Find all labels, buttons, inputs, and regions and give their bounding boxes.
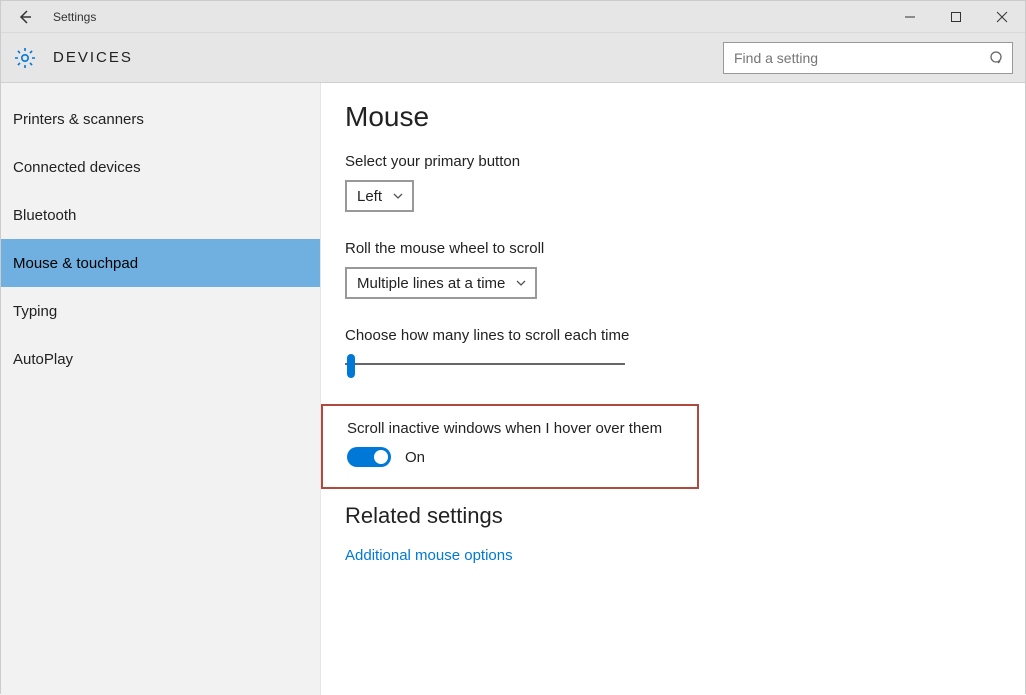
- maximize-button[interactable]: [933, 1, 979, 33]
- hover-scroll-toggle-row: On: [347, 447, 697, 467]
- minimize-button[interactable]: [887, 1, 933, 33]
- body: Printers & scanners Connected devices Bl…: [1, 83, 1025, 695]
- sidebar-item-label: Typing: [13, 303, 57, 320]
- slider-track: [345, 363, 625, 365]
- header: DEVICES: [1, 33, 1025, 83]
- header-title: DEVICES: [53, 49, 133, 66]
- sidebar: Printers & scanners Connected devices Bl…: [1, 83, 321, 695]
- sidebar-item-typing[interactable]: Typing: [1, 287, 320, 335]
- minimize-icon: [904, 11, 916, 23]
- sidebar-item-printers[interactable]: Printers & scanners: [1, 95, 320, 143]
- gear-icon: [13, 46, 37, 70]
- sidebar-item-label: Mouse & touchpad: [13, 255, 138, 272]
- sidebar-item-autoplay[interactable]: AutoPlay: [1, 335, 320, 383]
- sidebar-item-label: Printers & scanners: [13, 111, 144, 128]
- window-title: Settings: [49, 10, 96, 24]
- chevron-down-icon: [392, 190, 404, 202]
- arrow-left-icon: [17, 9, 33, 25]
- close-button[interactable]: [979, 1, 1025, 33]
- search-input[interactable]: [723, 42, 1013, 74]
- primary-button-value: Left: [357, 188, 382, 205]
- lines-scroll-slider[interactable]: [345, 354, 625, 374]
- back-button[interactable]: [1, 1, 49, 33]
- related-settings-title: Related settings: [345, 503, 1025, 529]
- sidebar-item-connected-devices[interactable]: Connected devices: [1, 143, 320, 191]
- content: Mouse Select your primary button Left Ro…: [321, 83, 1025, 695]
- page-title: Mouse: [345, 101, 1025, 133]
- scroll-wheel-label: Roll the mouse wheel to scroll: [345, 240, 1025, 257]
- close-icon: [996, 11, 1008, 23]
- sidebar-item-label: AutoPlay: [13, 351, 73, 368]
- hover-scroll-label: Scroll inactive windows when I hover ove…: [347, 420, 697, 437]
- sidebar-item-bluetooth[interactable]: Bluetooth: [1, 191, 320, 239]
- sidebar-item-label: Bluetooth: [13, 207, 76, 224]
- scroll-wheel-select[interactable]: Multiple lines at a time: [345, 267, 537, 299]
- titlebar: Settings: [1, 1, 1025, 33]
- highlighted-setting: Scroll inactive windows when I hover ove…: [321, 404, 699, 489]
- search-wrap: [723, 42, 1013, 74]
- hover-scroll-toggle[interactable]: [347, 447, 391, 467]
- sidebar-item-label: Connected devices: [13, 159, 141, 176]
- toggle-knob: [374, 450, 388, 464]
- scroll-wheel-value: Multiple lines at a time: [357, 275, 505, 292]
- lines-scroll-label: Choose how many lines to scroll each tim…: [345, 327, 1025, 344]
- maximize-icon: [950, 11, 962, 23]
- additional-mouse-options-link[interactable]: Additional mouse options: [345, 547, 1025, 564]
- chevron-down-icon: [515, 277, 527, 289]
- slider-thumb[interactable]: [347, 354, 355, 378]
- primary-button-label: Select your primary button: [345, 153, 1025, 170]
- window-controls: [887, 1, 1025, 33]
- sidebar-item-mouse-touchpad[interactable]: Mouse & touchpad: [1, 239, 320, 287]
- hover-scroll-state: On: [405, 449, 425, 466]
- primary-button-select[interactable]: Left: [345, 180, 414, 212]
- search-icon: [989, 50, 1005, 66]
